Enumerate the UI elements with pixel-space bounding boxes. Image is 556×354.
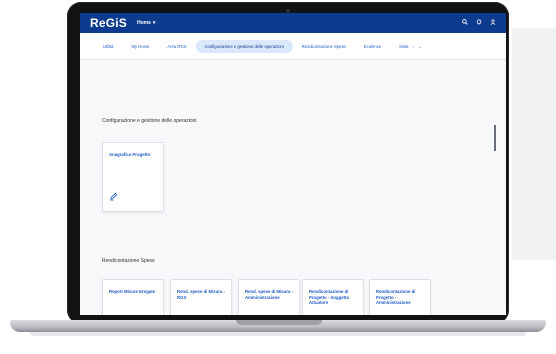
tab-my-home[interactable]: My Home [122,40,158,53]
laptop-screen: ReGiS Home ▾ Utilità My Home Area RGS Co… [80,13,506,315]
search-icon[interactable] [462,19,468,27]
section-title-configurazione: Configurazione e gestione delle operazio… [102,118,197,124]
card-title: Anagrafica Progetto [109,152,151,157]
header-icons [462,19,496,27]
card-rend-spese-misura-rgs[interactable]: Rend. spese di Misura - RGS [170,279,232,315]
section-title-rendicontazione: Rendicontazione Spese [102,258,155,264]
card-title: Rend. spese di Misura - RGS [177,289,225,300]
card-rendicontazione-progetto-soggetto-attuatore[interactable]: Rendicontazione di Progetto - Soggetto A… [302,279,364,315]
card-anagrafica-progetto[interactable]: Anagrafica Progetto [102,142,164,212]
chevron-down-icon: ⌄ [417,43,422,49]
card-title: Rend. spese di Misura - Amministrazione [245,289,293,300]
edit-icon [109,192,118,203]
card-rendicontazione-progetto-amministrazione[interactable]: Rendicontazione di Progetto - Amministra… [369,279,431,315]
chevron-down-icon: ▾ [152,20,156,26]
tab-area-rgs[interactable]: Area RGS [158,40,195,53]
user-icon[interactable] [490,19,496,27]
laptop-notch [236,320,322,325]
tab-more-label: Sista [399,43,409,49]
card-title: Rendicontazione di Progetto - Amministra… [376,289,416,306]
scrollbar[interactable] [494,125,496,151]
card-title: Rendicontazione di Progetto - Soggetto A… [309,289,350,306]
tab-rendicontazione-spese[interactable]: Rendicontazione Spese [293,40,355,53]
home-menu-label: Home [137,20,151,26]
tab-configurazione[interactable]: Configurazione e gestione delle operazio… [195,39,293,53]
stage: ReGiS Home ▾ Utilità My Home Area RGS Co… [0,0,556,354]
card-report-misure-erogate[interactable]: Report Misure Erogate [102,279,164,315]
tab-utilita[interactable]: Utilità [94,40,122,53]
home-menu[interactable]: Home ▾ [137,20,155,26]
main-nav: Utilità My Home Area RGS Configurazione … [80,33,506,60]
card-title: Report Misure Erogate [109,289,156,294]
regis-logo[interactable]: ReGiS [90,16,127,30]
background-side-panel [512,28,556,260]
chevron-right-icon: › [412,43,414,49]
page-content: Configurazione e gestione delle operazio… [80,60,506,315]
laptop-base [10,320,546,332]
bell-icon[interactable] [476,19,482,27]
card-rend-spese-misura-amministrazione[interactable]: Rend. spese di Misura - Amministrazione [238,279,300,315]
tab-more[interactable]: Sista › ⌄ [390,40,430,53]
tab-ecolence[interactable]: Ecolence [355,40,390,53]
laptop-base-shadow [30,332,526,336]
top-header: ReGiS Home ▾ [80,13,506,33]
